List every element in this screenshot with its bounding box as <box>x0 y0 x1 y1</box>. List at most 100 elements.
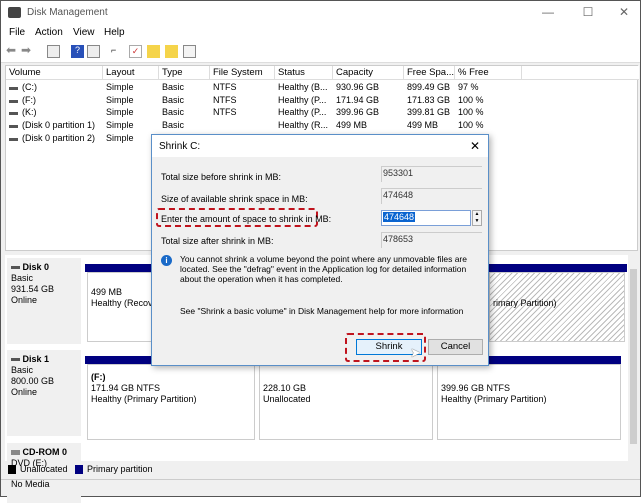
amount-label: Enter the amount of space to shrink in M… <box>161 214 332 224</box>
partition-status: Healthy (Primary Partition) <box>441 394 547 404</box>
column-percent-free[interactable]: % Free <box>455 66 522 80</box>
properties-icon[interactable] <box>183 45 196 58</box>
cell-type: Basic <box>162 82 185 92</box>
title-bar: Disk Management — ☐ ✕ <box>1 1 640 25</box>
partition-status: rimary Partition) <box>493 298 557 308</box>
total-before-value: 953301 <box>381 166 482 182</box>
volume-icon <box>9 87 18 90</box>
cell-volume: (Disk 0 partition 1) <box>22 120 96 131</box>
cell--free: 100 % <box>458 94 484 105</box>
disk-map-scrollbar[interactable] <box>628 255 639 461</box>
forward-icon[interactable]: ➡ <box>21 43 34 57</box>
column-file-system[interactable]: File System <box>210 66 275 80</box>
menu-action[interactable]: Action <box>35 27 63 38</box>
amount-input[interactable]: 474648 <box>381 210 471 226</box>
dialog-title: Shrink C: <box>159 141 201 152</box>
check-icon[interactable]: ✓ <box>129 45 142 58</box>
cell-status: Healthy (B... <box>278 82 328 92</box>
disk-0-label[interactable]: Disk 0 Basic 931.54 GB Online <box>7 258 81 344</box>
cell--free: 100 % <box>458 120 484 131</box>
cell-volume: (C:) <box>22 82 37 92</box>
volume-icon <box>9 125 18 129</box>
cell-type: Basic <box>162 94 185 105</box>
amount-value: 474648 <box>383 212 416 222</box>
menu-bar: File Action View Help <box>1 25 640 41</box>
disk-1-state: Online <box>11 387 38 397</box>
cell-status: Healthy (P... <box>278 107 327 118</box>
cell-volume: (Disk 0 partition 2) <box>22 132 96 143</box>
status-bar <box>1 479 640 497</box>
disk-0-c-partition[interactable]: rimary Partition) <box>489 272 625 342</box>
help-text: See "Shrink a basic volume" in Disk Mana… <box>180 306 464 316</box>
column-layout[interactable]: Layout <box>103 66 159 80</box>
available-value: 474648 <box>381 188 482 204</box>
action-pane-icon[interactable] <box>87 45 100 58</box>
cell-layout: Simple <box>106 94 134 105</box>
table-row[interactable]: (Disk 0 partition 1) Simple Basic Healthy (… <box>6 120 636 132</box>
cell-free-spa-: 899.49 GB <box>407 82 451 92</box>
column-free-space[interactable]: Free Spa... <box>404 66 455 80</box>
shrink-dialog: Shrink C: ✕ Total size before shrink in … <box>151 134 489 366</box>
disk-0-type: Basic <box>11 273 34 283</box>
cell-type: Basic <box>162 107 185 118</box>
partition-name: (F:) <box>91 372 106 382</box>
window-title: Disk Management <box>27 7 108 18</box>
cell-capacity: 171.94 GB <box>336 94 380 105</box>
total-before-label: Total size before shrink in MB: <box>161 172 282 182</box>
partition-size: 171.94 GB NTFS <box>91 383 161 393</box>
cell-status: Healthy (P... <box>278 94 327 105</box>
menu-help[interactable]: Help <box>104 27 125 38</box>
partition-status: Healthy (Recove <box>91 298 157 308</box>
available-label: Size of available shrink space in MB: <box>161 194 308 204</box>
cell-layout: Simple <box>106 132 134 143</box>
cell-layout: Simple <box>106 107 134 118</box>
column-capacity[interactable]: Capacity <box>333 66 404 80</box>
close-button[interactable]: ✕ <box>609 5 639 21</box>
disk-1-k-partition[interactable]: 399.96 GB NTFS Healthy (Primary Partitio… <box>437 364 621 440</box>
legend-unallocated: Unallocated <box>20 464 68 474</box>
cell-status: Healthy (R... <box>278 120 329 131</box>
disk-1-size: 800.00 GB <box>11 376 55 386</box>
unallocated-swatch <box>8 465 16 474</box>
column-status[interactable]: Status <box>275 66 333 80</box>
disk-1-label[interactable]: Disk 1 Basic 800.00 GB Online <box>7 350 81 436</box>
spin-down-icon[interactable]: ▼ <box>473 218 481 225</box>
disk-1-unallocated[interactable]: 228.10 GB Unallocated <box>259 364 433 440</box>
spin-up-icon[interactable]: ▲ <box>473 211 481 218</box>
column-volume[interactable]: Volume <box>6 66 103 80</box>
help-icon[interactable]: ? <box>71 45 84 58</box>
dialog-title-bar: Shrink C: ✕ <box>152 135 488 157</box>
dialog-close-button[interactable]: ✕ <box>470 139 480 153</box>
cancel-button[interactable]: Cancel <box>428 339 483 355</box>
scrollbar-thumb[interactable] <box>630 269 637 444</box>
folder-up-icon[interactable] <box>147 45 160 58</box>
total-after-value: 478653 <box>381 232 482 248</box>
minimize-button[interactable]: — <box>533 5 563 21</box>
menu-file[interactable]: File <box>9 27 25 38</box>
volume-icon <box>9 112 18 116</box>
disk-1-f-partition[interactable]: (F:) 171.94 GB NTFS Healthy (Primary Par… <box>87 364 255 440</box>
cell-file-system: NTFS <box>213 107 237 118</box>
table-row[interactable]: (F:) Simple Basic NTFS Healthy (P... 171.94 G… <box>6 95 636 107</box>
disk-0-recovery-partition[interactable]: 499 MB Healthy (Recove <box>87 272 157 342</box>
menu-view[interactable]: View <box>73 27 95 38</box>
cell-file-system: NTFS <box>213 82 237 92</box>
table-row[interactable]: (C:) Simple Basic NTFS Healthy (B... 930.96 G… <box>6 82 636 94</box>
connect-icon[interactable]: ⌐ <box>111 45 124 58</box>
table-row[interactable]: (K:) Simple Basic NTFS Healthy (P... 399.96 G… <box>6 107 636 119</box>
cell-type: Basic <box>162 120 185 131</box>
console-tree-icon[interactable] <box>47 45 60 58</box>
column-type[interactable]: Type <box>159 66 210 80</box>
toolbar: ⬅ ➡ ? ⌐ ✓ <box>1 41 640 63</box>
info-icon: i <box>161 255 172 266</box>
back-icon[interactable]: ⬅ <box>6 43 19 57</box>
maximize-button[interactable]: ☐ <box>573 5 603 21</box>
cdrom-icon <box>11 450 20 456</box>
legend-primary: Primary partition <box>87 464 153 474</box>
cell-file-system: NTFS <box>213 94 237 105</box>
cdrom-name: CD-ROM 0 <box>22 447 68 457</box>
folder-search-icon[interactable] <box>165 45 178 58</box>
disk-0-size: 931.54 GB <box>11 284 55 294</box>
amount-spinner[interactable]: ▲ ▼ <box>472 210 482 226</box>
volume-icon <box>9 137 18 141</box>
